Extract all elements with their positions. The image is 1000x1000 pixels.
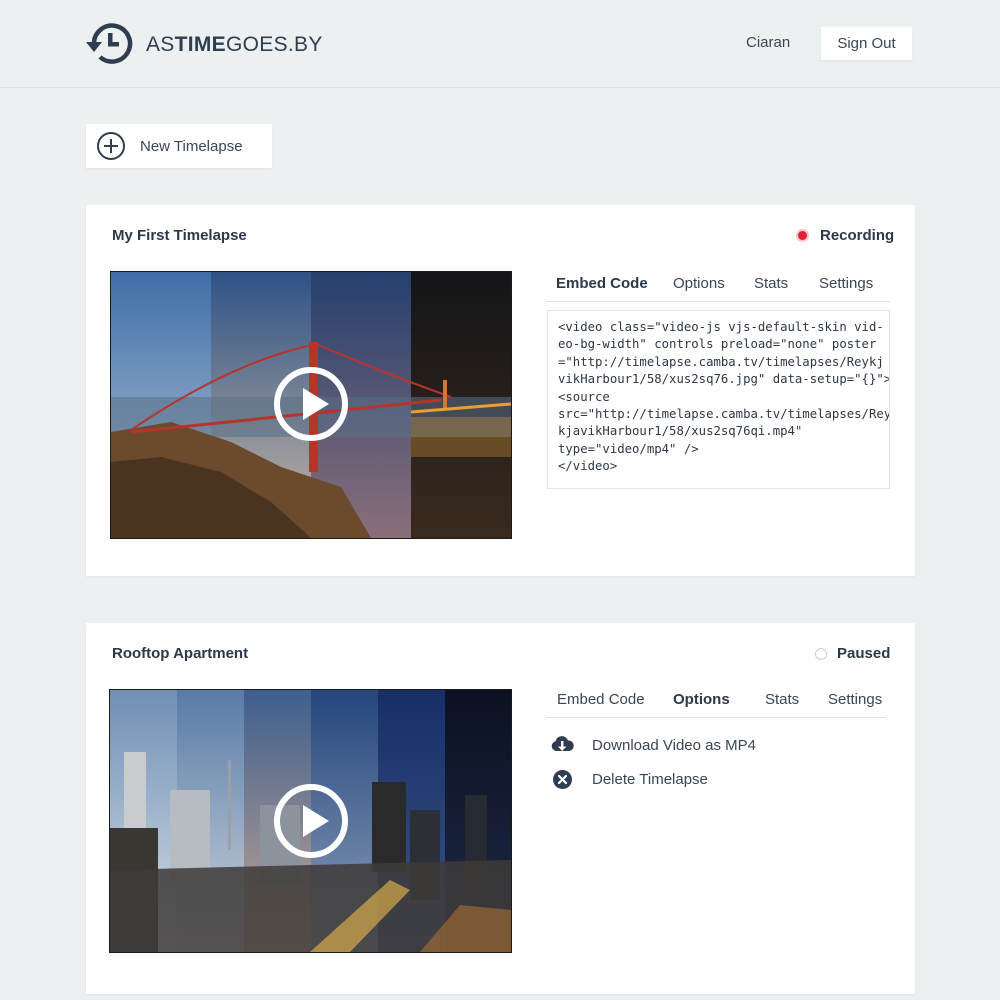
status-indicator: Paused bbox=[815, 645, 890, 662]
delete-icon bbox=[553, 770, 572, 789]
play-icon[interactable] bbox=[273, 366, 349, 442]
code-line: eo-bg-width" controls preload="none" pos… bbox=[558, 337, 877, 352]
tab-options[interactable]: Options bbox=[673, 275, 725, 292]
timelapse-card: My First Timelapse Recording Embed Code … bbox=[86, 205, 915, 576]
video-thumbnail[interactable] bbox=[109, 689, 512, 953]
status-label: Paused bbox=[837, 645, 891, 662]
timelapse-card: Rooftop Apartment Paused Embed Code Opti… bbox=[86, 623, 915, 994]
tab-stats[interactable]: Stats bbox=[754, 275, 788, 292]
tab-bar: Embed Code Options Stats Settings bbox=[546, 275, 890, 302]
download-mp4-option[interactable]: Download Video as MP4 bbox=[550, 735, 756, 755]
timelapse-logo-icon bbox=[86, 23, 133, 64]
code-line: </video> bbox=[558, 459, 618, 474]
tab-stats[interactable]: Stats bbox=[765, 691, 799, 708]
delete-timelapse-option[interactable]: Delete Timelapse bbox=[553, 770, 708, 789]
status-label: Recording bbox=[820, 227, 895, 244]
status-indicator: Recording bbox=[798, 227, 894, 244]
code-line: src="http://timelapse.camba.tv/timelapse… bbox=[558, 407, 890, 422]
tab-bar: Embed Code Options Stats Settings bbox=[546, 691, 886, 718]
new-timelapse-button[interactable]: New Timelapse bbox=[86, 124, 272, 168]
new-timelapse-label: New Timelapse bbox=[140, 137, 243, 155]
code-line: type="video/mp4" /> bbox=[558, 441, 699, 456]
option-label: Download Video as MP4 bbox=[592, 736, 756, 754]
tab-options[interactable]: Options bbox=[673, 691, 730, 708]
code-line: <video class="video-js vjs-default-skin … bbox=[558, 320, 884, 334]
option-label: Delete Timelapse bbox=[592, 771, 708, 788]
video-thumbnail[interactable] bbox=[110, 271, 512, 539]
code-line: kjavikHarbour1/58/xus2sq76qi.mp4" bbox=[558, 424, 803, 439]
timelapse-title[interactable]: Rooftop Apartment bbox=[112, 645, 248, 662]
code-line: vikHarbour1/58/xus2sq76.jpg" data-setup=… bbox=[558, 372, 890, 387]
logo-text: ASTIMEGOES.BY bbox=[146, 32, 323, 56]
play-icon[interactable] bbox=[273, 783, 349, 859]
site-header: ASTIMEGOES.BY Ciaran Sign Out bbox=[0, 0, 1000, 88]
logo[interactable]: ASTIMEGOES.BY bbox=[86, 22, 323, 66]
user-name[interactable]: Ciaran bbox=[746, 34, 790, 51]
tab-embed-code[interactable]: Embed Code bbox=[557, 691, 645, 708]
embed-code-box[interactable]: <video class="video-js vjs-default-skin … bbox=[547, 310, 890, 489]
sign-out-button[interactable]: Sign Out bbox=[821, 27, 912, 60]
tab-settings[interactable]: Settings bbox=[819, 275, 873, 292]
paused-dot-icon bbox=[815, 647, 827, 660]
code-line: ="http://timelapse.camba.tv/timelapses/R… bbox=[558, 354, 884, 369]
timelapse-title[interactable]: My First Timelapse bbox=[112, 227, 247, 244]
code-line: <source bbox=[558, 389, 610, 404]
cloud-download-icon bbox=[551, 736, 574, 751]
plus-circle-icon bbox=[97, 132, 125, 160]
tab-embed-code[interactable]: Embed Code bbox=[556, 275, 648, 292]
recording-dot-icon bbox=[798, 231, 807, 240]
tab-settings[interactable]: Settings bbox=[828, 691, 882, 708]
